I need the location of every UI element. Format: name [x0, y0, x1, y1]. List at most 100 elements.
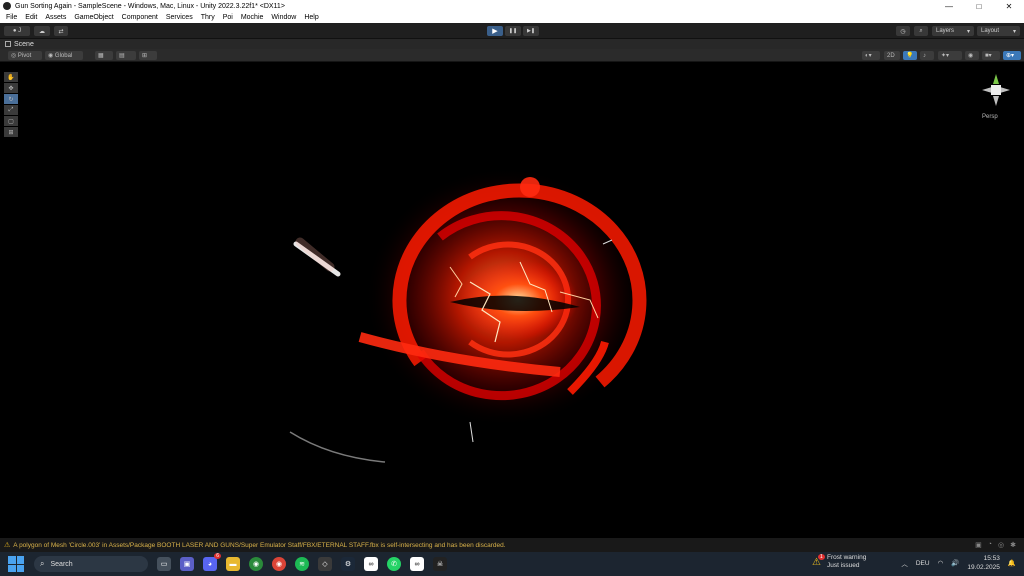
visibility-toggle[interactable]: ◉ — [965, 51, 979, 60]
scene-viewport[interactable]: ✋ ✥ ↻ ⤢ ▢ ⊞ Persp — [0, 62, 1024, 538]
account-dropdown[interactable]: ● J — [4, 26, 30, 36]
pause-button[interactable]: ❚❚ — [505, 26, 521, 36]
rect-icon: ▢ — [8, 118, 14, 125]
warning-icon: ⚠ — [4, 542, 11, 549]
menu-poi[interactable]: Poi — [219, 14, 237, 21]
tab-scene[interactable]: Scene — [5, 41, 34, 48]
grid-snap-button[interactable]: ▦ — [95, 51, 113, 60]
effects-dropdown[interactable]: ✦▾ — [938, 51, 962, 60]
scene-tool-palette: ✋ ✥ ↻ ⤢ ▢ ⊞ — [4, 72, 18, 138]
teams-icon[interactable]: ▣ — [180, 557, 194, 571]
draw-mode-dropdown[interactable]: ◐▾ — [862, 51, 880, 60]
maximize-button[interactable]: □ — [964, 2, 994, 11]
main-toolbar: ● J ☁ ⇄ ▶ ❚❚ ▶❚ ◷ ⌕ Layers ▾ Layout ▾ — [0, 23, 1024, 39]
menu-help[interactable]: Help — [300, 14, 322, 21]
camera-dropdown[interactable]: ■▾ — [982, 51, 1000, 60]
step-icon: ▶❚ — [526, 28, 536, 34]
wifi-icon[interactable]: ◠ — [938, 559, 944, 567]
progress-icon[interactable]: ◔ — [988, 541, 992, 549]
task-view-icon[interactable]: ▭ — [157, 557, 171, 571]
menu-thry[interactable]: Thry — [197, 14, 219, 21]
grid-icon: ▦ — [98, 53, 104, 59]
search-icon: ⌕ — [919, 27, 923, 34]
step-button[interactable]: ▶❚ — [523, 26, 539, 36]
file-explorer-icon[interactable]: ▬ — [226, 557, 240, 571]
minimize-button[interactable]: — — [934, 2, 964, 11]
history-icon: ◷ — [900, 28, 906, 35]
clock[interactable]: 15:53 19.02.2025 — [967, 554, 1000, 572]
discord-icon[interactable]: ◕ 6 — [203, 553, 221, 571]
play-button[interactable]: ▶ — [487, 26, 503, 36]
close-button[interactable]: ✕ — [994, 2, 1024, 11]
oculus-icon[interactable]: ∞ — [410, 557, 424, 571]
menu-assets[interactable]: Assets — [41, 14, 70, 21]
unity-hub-icon[interactable]: ◇ — [318, 557, 332, 571]
global-toggle[interactable]: ◉ Global — [45, 51, 83, 60]
debug-icon[interactable]: ◎ — [998, 541, 1004, 549]
global-icon: ◉ — [48, 53, 55, 59]
console-status-bar[interactable]: ⚠ A polygon of Mesh 'Circle.003' in Asse… — [0, 538, 1024, 552]
volume-icon[interactable]: 🔊 — [951, 559, 959, 567]
language-indicator[interactable]: DEU — [916, 560, 930, 567]
menu-mochie[interactable]: Mochie — [237, 14, 268, 21]
notification-bell-icon[interactable]: 🔔 — [1008, 559, 1016, 567]
cache-icon[interactable]: ▣ — [975, 541, 982, 549]
chrome-dev-icon[interactable]: ◉ — [249, 557, 263, 571]
rotate-tool-button[interactable]: ↻ — [4, 94, 18, 104]
transform-tool-button[interactable]: ⊞ — [4, 127, 18, 137]
incremental-snap-button[interactable]: ⊞ — [139, 51, 157, 60]
weather-notification[interactable]: ⚠ 1 Frost warning Just issued — [812, 553, 866, 570]
scale-tool-button[interactable]: ⤢ — [4, 105, 18, 115]
chevron-up-icon[interactable]: ︿ — [901, 558, 908, 568]
history-button[interactable]: ◷ — [896, 26, 910, 36]
chrome-icon[interactable]: ◉ — [272, 557, 286, 571]
notification-badge: 1 — [818, 553, 825, 560]
chevron-down-icon: ▾ — [966, 28, 970, 35]
collab-button[interactable]: ⇄ — [54, 26, 68, 36]
whatsapp-icon[interactable]: ✆ — [387, 557, 401, 571]
meta-icon[interactable]: ∞ — [364, 557, 378, 571]
scene-icon — [5, 41, 11, 47]
menu-window[interactable]: Window — [267, 14, 300, 21]
projection-label[interactable]: Persp — [982, 114, 998, 120]
snap-increment-button[interactable]: ▤ — [116, 51, 136, 60]
skull-app-icon[interactable]: ☠ — [433, 557, 447, 571]
spotify-icon[interactable]: ≋ — [295, 557, 309, 571]
gizmos-dropdown[interactable]: ⊕▾ — [1003, 51, 1021, 60]
cloud-button[interactable]: ☁ — [34, 26, 50, 36]
laser-effect-render — [289, 167, 647, 463]
rect-tool-button[interactable]: ▢ — [4, 116, 18, 126]
lighting-toggle[interactable]: 💡 — [903, 51, 917, 60]
menu-file[interactable]: File — [2, 14, 21, 21]
eye-icon: ◉ — [968, 53, 974, 59]
console-message: A polygon of Mesh 'Circle.003' in Assets… — [13, 541, 506, 549]
pivot-toggle[interactable]: ◎ Pivot — [8, 51, 42, 60]
steam-icon[interactable]: ⚙ — [341, 557, 355, 571]
move-tool-button[interactable]: ✥ — [4, 83, 18, 93]
layout-dropdown[interactable]: Layout ▾ — [977, 26, 1020, 36]
pivot-icon: ◎ — [11, 53, 18, 59]
weather-warning-icon: ⚠ 1 — [812, 553, 825, 568]
effects-icon: ✦▾ — [941, 53, 950, 59]
menu-component[interactable]: Component — [118, 14, 162, 21]
search-button[interactable]: ⌕ — [914, 26, 928, 36]
2d-toggle[interactable]: 2D — [884, 51, 900, 60]
scene-view-toolbar: ◎ Pivot ◉ Global ▦ ▤ ⊞ ◐▾ 2D 💡 ♪ ✦▾ ◉ ■▾… — [0, 49, 1024, 62]
transform-icon: ⊞ — [8, 129, 14, 136]
scale-icon: ⤢ — [8, 106, 14, 113]
pause-icon: ❚❚ — [508, 28, 518, 34]
lightbulb-icon: 💡 — [906, 53, 914, 59]
bug-icon[interactable]: ✱ — [1010, 541, 1016, 549]
menu-edit[interactable]: Edit — [21, 14, 41, 21]
hand-tool-button[interactable]: ✋ — [4, 72, 18, 82]
windows-start-button[interactable] — [8, 556, 24, 572]
notification-subtitle: Just issued — [826, 562, 860, 569]
system-tray: ︿ DEU ◠ 🔊 15:53 19.02.2025 🔔 — [901, 554, 1016, 572]
taskbar-search-box[interactable]: ⌕ Search — [34, 556, 148, 572]
menu-services[interactable]: Services — [162, 14, 197, 21]
hand-icon: ✋ — [7, 74, 15, 81]
orientation-gizmo[interactable] — [976, 70, 1016, 110]
layers-dropdown[interactable]: Layers ▾ — [932, 26, 974, 36]
menu-gameobject[interactable]: GameObject — [70, 14, 117, 21]
audio-toggle[interactable]: ♪ — [920, 51, 934, 60]
